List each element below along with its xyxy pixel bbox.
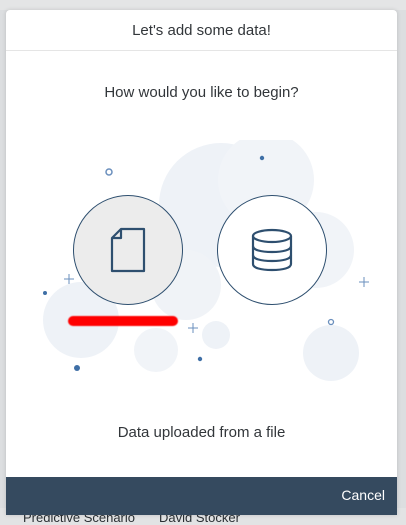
dialog-footer: Cancel bbox=[6, 477, 397, 515]
cancel-button[interactable]: Cancel bbox=[341, 487, 385, 503]
decor-dot bbox=[74, 365, 80, 371]
option-description: Data uploaded from a file bbox=[117, 424, 286, 441]
dialog-header: Let's add some data! bbox=[6, 10, 397, 51]
upload-file-option[interactable] bbox=[73, 195, 183, 305]
sparkle-icon bbox=[64, 274, 74, 284]
sparkle-icon bbox=[188, 323, 198, 333]
background-strip bbox=[0, 0, 406, 10]
options-illustration bbox=[6, 140, 397, 390]
decorative-background bbox=[43, 140, 369, 381]
database-icon bbox=[251, 228, 293, 272]
decor-dot bbox=[259, 155, 265, 161]
dialog-title: Let's add some data! bbox=[132, 21, 271, 39]
dialog-prompt: How would you like to begin? bbox=[104, 84, 299, 101]
decor-dot bbox=[197, 356, 203, 362]
decor-ring bbox=[105, 168, 113, 176]
decor-dot bbox=[43, 291, 47, 295]
redaction-mark bbox=[68, 316, 178, 326]
add-data-dialog: Let's add some data! How would you like … bbox=[6, 10, 397, 515]
decor-blob bbox=[134, 328, 178, 372]
datasource-option[interactable] bbox=[217, 195, 327, 305]
decor-ring bbox=[327, 318, 335, 326]
decor-blob bbox=[303, 325, 359, 381]
file-icon bbox=[110, 227, 146, 273]
decor-blob bbox=[202, 321, 230, 349]
sparkle-icon bbox=[359, 277, 369, 287]
